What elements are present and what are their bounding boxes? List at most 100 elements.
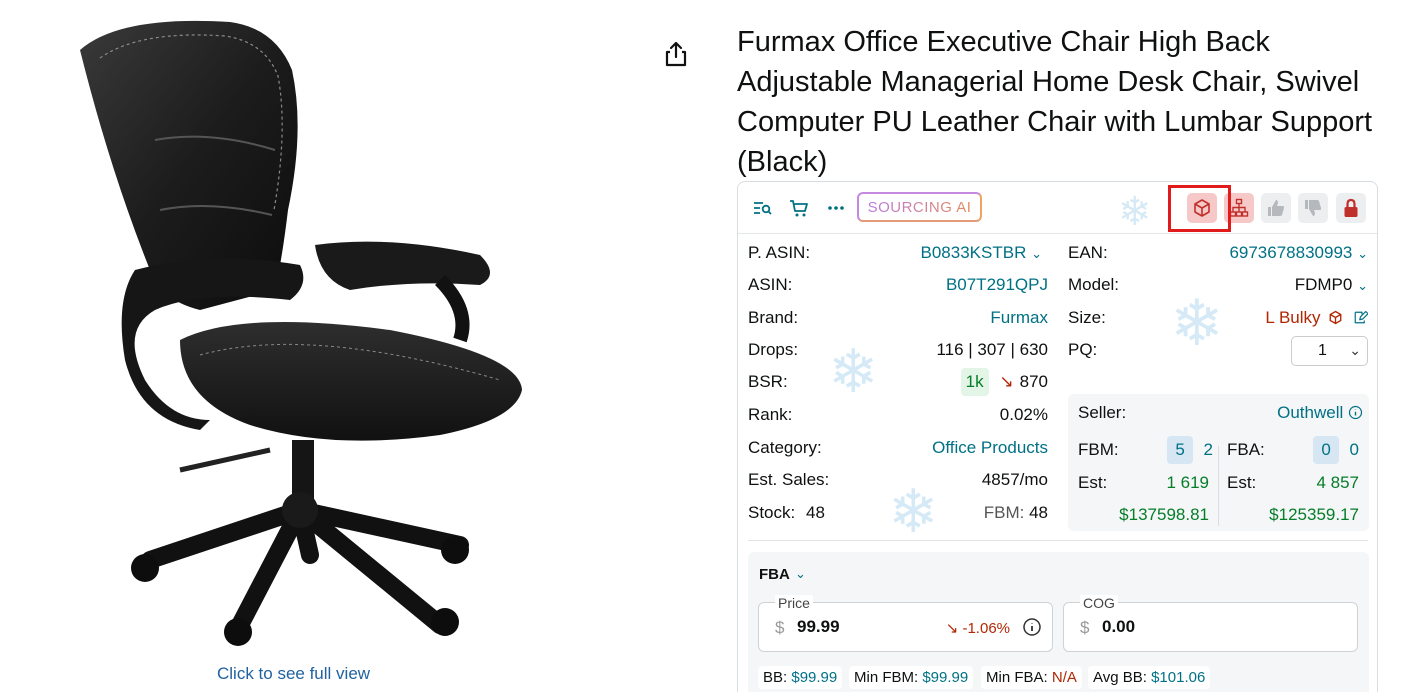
fbm-stock-label: FBM: bbox=[983, 503, 1025, 522]
trend-down-icon: ↘ bbox=[945, 620, 959, 637]
cart-icon bbox=[790, 200, 808, 217]
bsr-badge: 1k bbox=[960, 368, 989, 396]
fba-sellers-counts: 0 0 bbox=[1313, 436, 1359, 464]
seller-divider bbox=[1218, 446, 1219, 526]
info-icon[interactable] bbox=[1022, 617, 1042, 637]
price-change: ↘ -1.06% bbox=[945, 620, 1010, 637]
package-icon bbox=[1329, 310, 1342, 325]
category-label: Category: bbox=[748, 438, 822, 457]
chevron-down-icon: ⌄ bbox=[1357, 278, 1368, 293]
rank-value: 0.02% bbox=[999, 405, 1048, 424]
share-icon[interactable] bbox=[663, 40, 689, 68]
stock-row: Stock: 48 FBM: 48 bbox=[748, 502, 1048, 524]
rank-row: Rank: 0.02% bbox=[748, 404, 1048, 426]
asin-label: ASIN: bbox=[748, 275, 793, 294]
seller-label: Seller: bbox=[1078, 403, 1127, 422]
brand-value[interactable]: Furmax bbox=[990, 307, 1048, 329]
chevron-down-icon[interactable]: ⌄ bbox=[795, 566, 806, 582]
category-row: Category: Office Products bbox=[748, 437, 1048, 459]
bb-stat: BB: $99.99 bbox=[758, 666, 843, 689]
edit-icon[interactable] bbox=[1353, 310, 1369, 325]
seller-value[interactable]: Outhwell bbox=[1277, 402, 1363, 424]
fbm-count2[interactable]: 2 bbox=[1204, 440, 1213, 459]
drops-row: Drops: 116 | 307 | 630 bbox=[748, 339, 1048, 361]
est-fba-units: 4 857 bbox=[1316, 473, 1359, 492]
product-image[interactable] bbox=[60, 10, 550, 660]
est-fbm-units: 1 619 bbox=[1166, 473, 1209, 492]
p-asin-row: P. ASIN: B0833KSTBR ⌄ bbox=[748, 242, 1048, 264]
seller-box: Seller: Outhwell FBM: 5 2 FBA: 0 0 Est: … bbox=[1068, 394, 1369, 531]
ean-value[interactable]: 6973678830993 ⌄ bbox=[1229, 242, 1368, 265]
fba-count2[interactable]: 0 bbox=[1350, 440, 1359, 459]
full-view-link[interactable]: Click to see full view bbox=[217, 664, 370, 684]
price-currency: $ bbox=[775, 618, 785, 637]
avg-bb-stat: Avg BB: $101.06 bbox=[1088, 666, 1211, 689]
price-legend: Price bbox=[775, 595, 813, 611]
product-title: Furmax Office Executive Chair High Back … bbox=[737, 26, 1373, 178]
sitemap-icon bbox=[1229, 198, 1249, 217]
cog-currency: $ bbox=[1080, 618, 1090, 637]
min-fba-stat: Min FBA: N/A bbox=[981, 666, 1082, 689]
fba-count[interactable]: 0 bbox=[1313, 436, 1339, 464]
section-divider bbox=[748, 540, 1368, 541]
cart-button[interactable] bbox=[784, 193, 814, 223]
cog-value[interactable]: 0.00 bbox=[1102, 617, 1135, 637]
fba-calculator: FBA ⌄ Price $ 99.99 ↘ -1.06% COG $ 0.00 … bbox=[748, 552, 1369, 692]
est-sales-value: 4857/mo bbox=[981, 470, 1048, 489]
sourcing-ai-button[interactable]: SOURCING AI bbox=[857, 192, 982, 222]
model-label: Model: bbox=[1068, 275, 1120, 294]
thumbs-down-icon bbox=[1305, 200, 1322, 216]
est-fba-row: Est: 4 857 bbox=[1227, 472, 1359, 494]
size-label: Size: bbox=[1068, 308, 1106, 327]
stock-label: Stock: bbox=[748, 503, 796, 522]
more-button[interactable] bbox=[821, 193, 851, 223]
bsr-label: BSR: bbox=[748, 372, 788, 391]
chevron-down-icon: ⌄ bbox=[1349, 342, 1361, 358]
cog-field[interactable]: COG $ 0.00 bbox=[1063, 595, 1358, 652]
est-sales-label: Est. Sales: bbox=[748, 470, 830, 489]
more-icon bbox=[828, 206, 844, 210]
thumbs-up-button[interactable] bbox=[1261, 193, 1291, 223]
category-value[interactable]: Office Products bbox=[932, 437, 1048, 459]
bsr-number: 870 bbox=[1019, 372, 1048, 391]
info-icon[interactable] bbox=[1348, 405, 1363, 420]
fbm-sellers-counts: 5 2 bbox=[1167, 436, 1213, 464]
model-value[interactable]: FDMP0 ⌄ bbox=[1295, 274, 1368, 297]
thumbs-down-button[interactable] bbox=[1298, 193, 1328, 223]
pq-select[interactable]: 1 ⌄ bbox=[1291, 336, 1368, 366]
min-fbm-stat: Min FBM: $99.99 bbox=[849, 666, 974, 689]
fba-mode-label[interactable]: FBA bbox=[759, 566, 790, 583]
price-field[interactable]: Price $ 99.99 ↘ -1.06% bbox=[758, 595, 1053, 652]
pq-row: PQ: bbox=[1068, 339, 1168, 361]
bsr-value: 1k ↘ 870 bbox=[960, 368, 1048, 396]
seller-row: Seller: Outhwell bbox=[1078, 402, 1363, 424]
ean-row: EAN: 6973678830993 ⌄ bbox=[1068, 242, 1368, 264]
size-value: L Bulky bbox=[1265, 307, 1369, 329]
trend-down-icon: ↘ bbox=[999, 372, 1014, 391]
lock-icon bbox=[1344, 198, 1358, 217]
drops-label: Drops: bbox=[748, 340, 799, 359]
est-fbm-revenue: $137598.81 bbox=[1119, 505, 1209, 524]
p-asin-value[interactable]: B0833KSTBR ⌄ bbox=[921, 242, 1042, 265]
size-row: Size: L Bulky bbox=[1068, 307, 1369, 329]
list-search-icon bbox=[754, 202, 772, 215]
office-chair-image bbox=[80, 20, 522, 646]
asin-value[interactable]: B07T291QPJ bbox=[946, 274, 1048, 296]
lock-button[interactable] bbox=[1336, 193, 1366, 223]
drops-value: 116 | 307 | 630 bbox=[936, 340, 1048, 359]
pq-label: PQ: bbox=[1068, 340, 1098, 359]
panel-toolbar: SOURCING AI bbox=[738, 182, 1377, 234]
chevron-down-icon: ⌄ bbox=[1031, 246, 1042, 261]
est-fbm-row: Est: 1 619 bbox=[1078, 472, 1209, 494]
fbm-count[interactable]: 5 bbox=[1167, 436, 1193, 464]
ean-label: EAN: bbox=[1068, 243, 1108, 262]
list-search-button[interactable] bbox=[747, 193, 777, 223]
price-value[interactable]: 99.99 bbox=[797, 617, 840, 637]
brand-label: Brand: bbox=[748, 308, 799, 327]
p-asin-label: P. ASIN: bbox=[748, 243, 811, 262]
fba-sellers-row: FBA: 0 0 bbox=[1227, 436, 1359, 464]
bsr-row: BSR: 1k ↘ 870 bbox=[748, 368, 1048, 396]
rank-label: Rank: bbox=[748, 405, 793, 424]
thumbs-up-icon bbox=[1268, 200, 1285, 216]
asin-row: ASIN: B07T291QPJ bbox=[748, 274, 1048, 296]
